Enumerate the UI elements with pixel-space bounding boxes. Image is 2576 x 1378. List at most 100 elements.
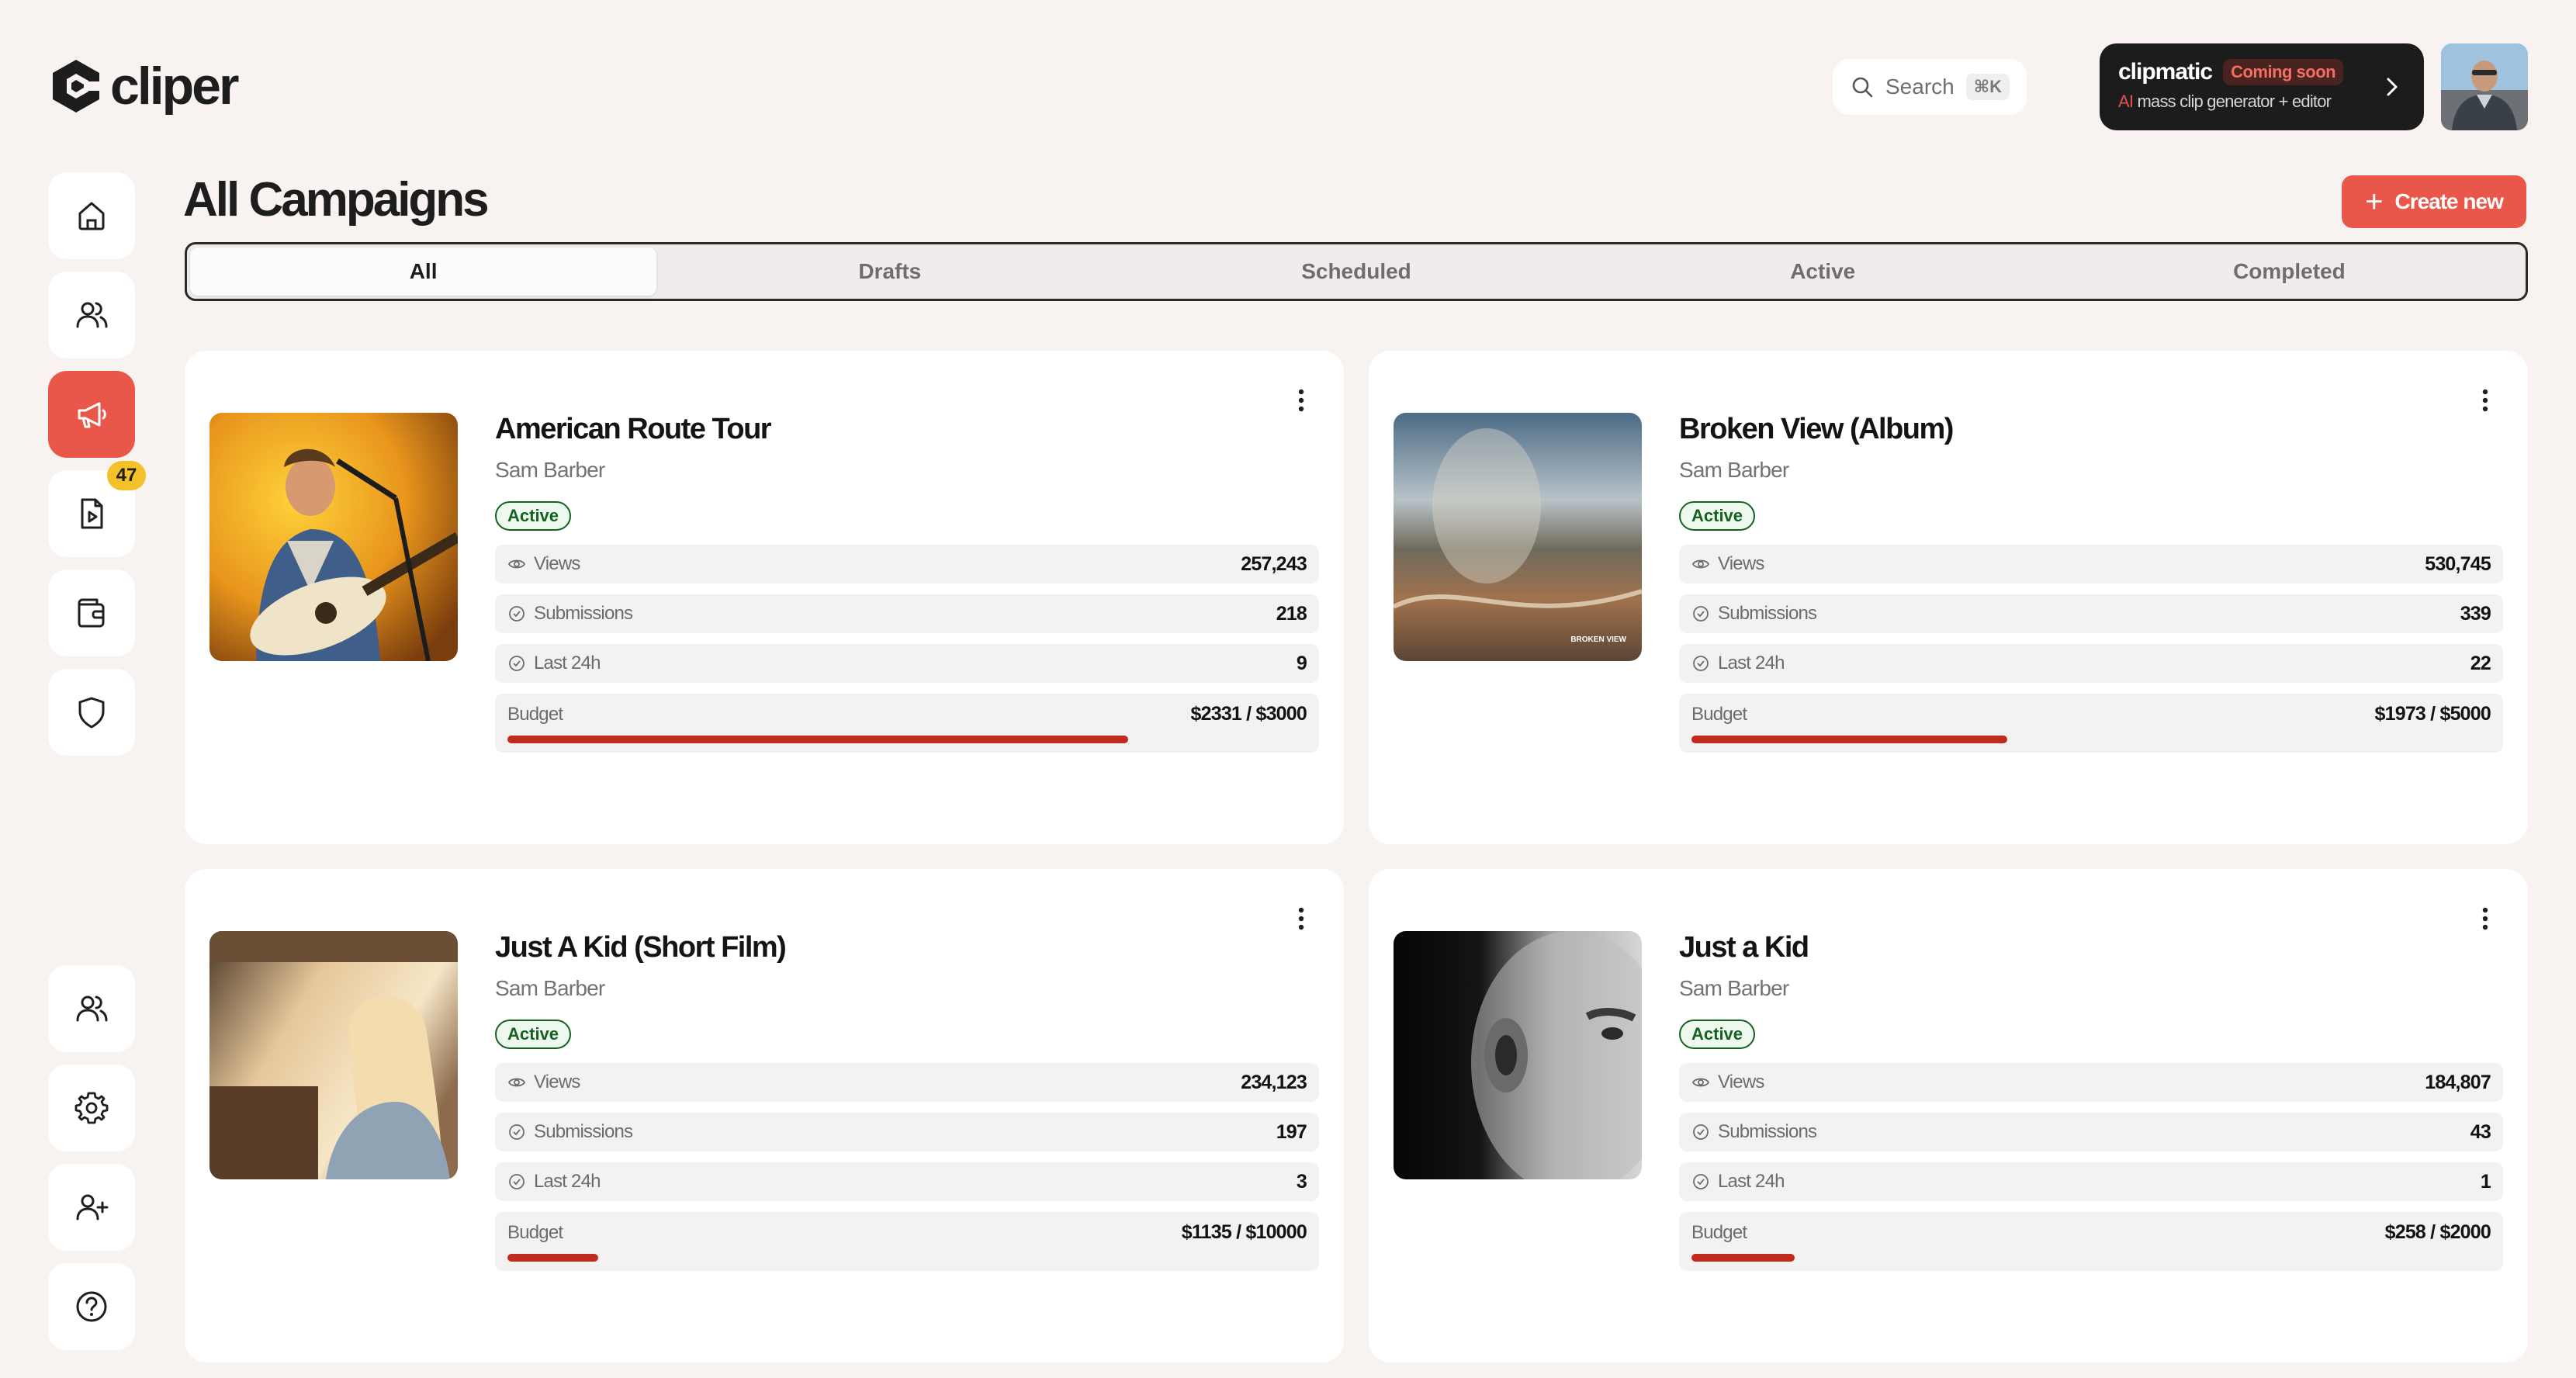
budget-progress-fill — [507, 736, 1129, 743]
create-new-label: Create new — [2394, 189, 2503, 213]
last24-label: Last 24h — [534, 1171, 601, 1192]
check-circle-icon — [1693, 1124, 1709, 1140]
sidebar-item-campaigns[interactable] — [48, 371, 135, 458]
campaign-title[interactable]: American Route Tour — [495, 413, 1319, 450]
user-avatar[interactable] — [2441, 43, 2528, 130]
status-badge: Active — [495, 1020, 572, 1049]
budget-label: Budget — [1691, 1221, 1747, 1243]
tab-active[interactable]: Active — [1590, 248, 2056, 296]
promo-name: clipmatic — [2118, 59, 2213, 85]
tab-completed[interactable]: Completed — [2056, 248, 2522, 296]
sidebar-item-security[interactable] — [48, 669, 135, 756]
submissions-value: 197 — [1276, 1120, 1307, 1143]
promo-ai-label: AI — [2118, 92, 2134, 111]
campaign-title[interactable]: Just a Kid — [1679, 931, 2503, 968]
budget-row: Budget $258 / $2000 — [1679, 1212, 2503, 1271]
sidebar-item-creators[interactable] — [48, 272, 135, 358]
search-icon — [1852, 77, 1873, 98]
last24-row: Last 24h 9 — [495, 644, 1319, 683]
check-circle-icon — [1693, 606, 1709, 621]
status-badge: Active — [495, 501, 572, 531]
submissions-row: Submissions 197 — [495, 1113, 1319, 1151]
budget-row: Budget $1973 / $5000 — [1679, 694, 2503, 753]
logo[interactable]: cliper — [50, 56, 239, 116]
chevron-right-icon — [2387, 78, 2398, 96]
budget-progress-bar — [507, 1254, 1307, 1262]
wallet-icon — [78, 598, 105, 628]
video-file-icon — [81, 498, 103, 529]
campaign-card[interactable]: Just A Kid (Short Film) Sam Barber Activ… — [185, 869, 1344, 1362]
views-label: Views — [1718, 1072, 1764, 1092]
submissions-label: Submissions — [534, 603, 633, 624]
campaign-thumbnail — [1394, 931, 1642, 1179]
check-circle-icon — [1693, 656, 1709, 671]
check-circle-icon — [509, 1124, 525, 1140]
eye-icon — [507, 1078, 526, 1087]
submissions-label: Submissions — [1718, 1121, 1817, 1142]
budget-progress-fill — [507, 1254, 599, 1262]
create-new-button[interactable]: + Create new — [2342, 175, 2526, 228]
views-value: 257,243 — [1241, 552, 1307, 575]
campaign-card[interactable]: BROKEN VIEW Broken View (Album) Sam Barb… — [1369, 351, 2528, 844]
budget-label: Budget — [507, 1221, 563, 1243]
submissions-count-badge: 47 — [107, 461, 146, 490]
status-badge: Active — [1679, 501, 1756, 531]
tab-drafts[interactable]: Drafts — [656, 248, 1123, 296]
submissions-value: 218 — [1276, 602, 1307, 625]
search-button[interactable]: Search ⌘K — [1833, 59, 2027, 115]
search-shortcut: ⌘K — [1965, 74, 2010, 100]
campaign-title[interactable]: Broken View (Album) — [1679, 413, 2503, 450]
submissions-row: Submissions 43 — [1679, 1113, 2503, 1151]
budget-value: $1135 / $10000 — [1181, 1221, 1307, 1243]
home-icon — [78, 202, 105, 230]
sidebar-item-home[interactable] — [48, 172, 135, 259]
submissions-row: Submissions 218 — [495, 594, 1319, 633]
views-row: Views 184,807 — [1679, 1063, 2503, 1102]
sidebar-item-submissions[interactable]: 47 — [48, 461, 146, 557]
views-label: Views — [534, 553, 580, 574]
campaign-thumbnail — [209, 413, 458, 661]
sidebar-item-invite[interactable] — [48, 1164, 135, 1251]
campaign-artist: Sam Barber — [495, 458, 605, 482]
budget-value: $2331 / $3000 — [1190, 703, 1307, 725]
promo-tagline: mass clip generator + editor — [2133, 92, 2332, 111]
submissions-value: 339 — [2460, 602, 2491, 625]
coming-soon-badge: Coming soon — [2223, 59, 2344, 85]
campaign-thumbnail: BROKEN VIEW — [1394, 413, 1642, 661]
last24-value: 3 — [1296, 1170, 1307, 1193]
last24-value: 9 — [1296, 652, 1307, 674]
budget-value: $258 / $2000 — [2384, 1221, 2491, 1243]
users-icon — [76, 302, 108, 328]
sidebar-item-settings[interactable] — [48, 1065, 135, 1151]
sidebar-item-help[interactable] — [48, 1263, 135, 1350]
budget-progress-fill — [1691, 736, 2007, 743]
views-value: 530,745 — [2425, 552, 2491, 575]
budget-label: Budget — [1691, 703, 1747, 725]
campaign-artist: Sam Barber — [1679, 458, 1789, 482]
budget-row: Budget $2331 / $3000 — [495, 694, 1319, 753]
submissions-value: 43 — [2470, 1120, 2491, 1143]
campaign-artist: Sam Barber — [495, 976, 605, 1000]
budget-value: $1973 / $5000 — [2374, 703, 2491, 725]
campaign-card[interactable]: Just a Kid Sam Barber Active Views 184,8… — [1369, 869, 2528, 1362]
campaign-title[interactable]: Just A Kid (Short Film) — [495, 931, 1319, 968]
megaphone-icon — [78, 402, 106, 428]
submissions-label: Submissions — [534, 1121, 633, 1142]
campaign-card[interactable]: American Route Tour Sam Barber Active Vi… — [185, 351, 1344, 844]
views-row: Views 234,123 — [495, 1063, 1319, 1102]
views-label: Views — [1718, 553, 1764, 574]
check-circle-icon — [509, 606, 525, 621]
tab-all[interactable]: All — [190, 248, 657, 296]
budget-progress-bar — [1691, 736, 2491, 743]
budget-progress-bar — [507, 736, 1307, 743]
clipmatic-promo[interactable]: clipmatic Coming soon AI mass clip gener… — [2100, 43, 2424, 130]
help-icon — [76, 1291, 107, 1322]
sidebar-item-wallet[interactable] — [48, 570, 135, 656]
last24-label: Last 24h — [1718, 653, 1785, 673]
check-circle-icon — [509, 1174, 525, 1189]
last24-value: 22 — [2470, 652, 2491, 674]
page-title: All Campaigns — [183, 173, 490, 227]
tab-scheduled[interactable]: Scheduled — [1123, 248, 1589, 296]
sidebar-item-team[interactable] — [48, 965, 135, 1052]
search-label: Search — [1885, 74, 1955, 99]
